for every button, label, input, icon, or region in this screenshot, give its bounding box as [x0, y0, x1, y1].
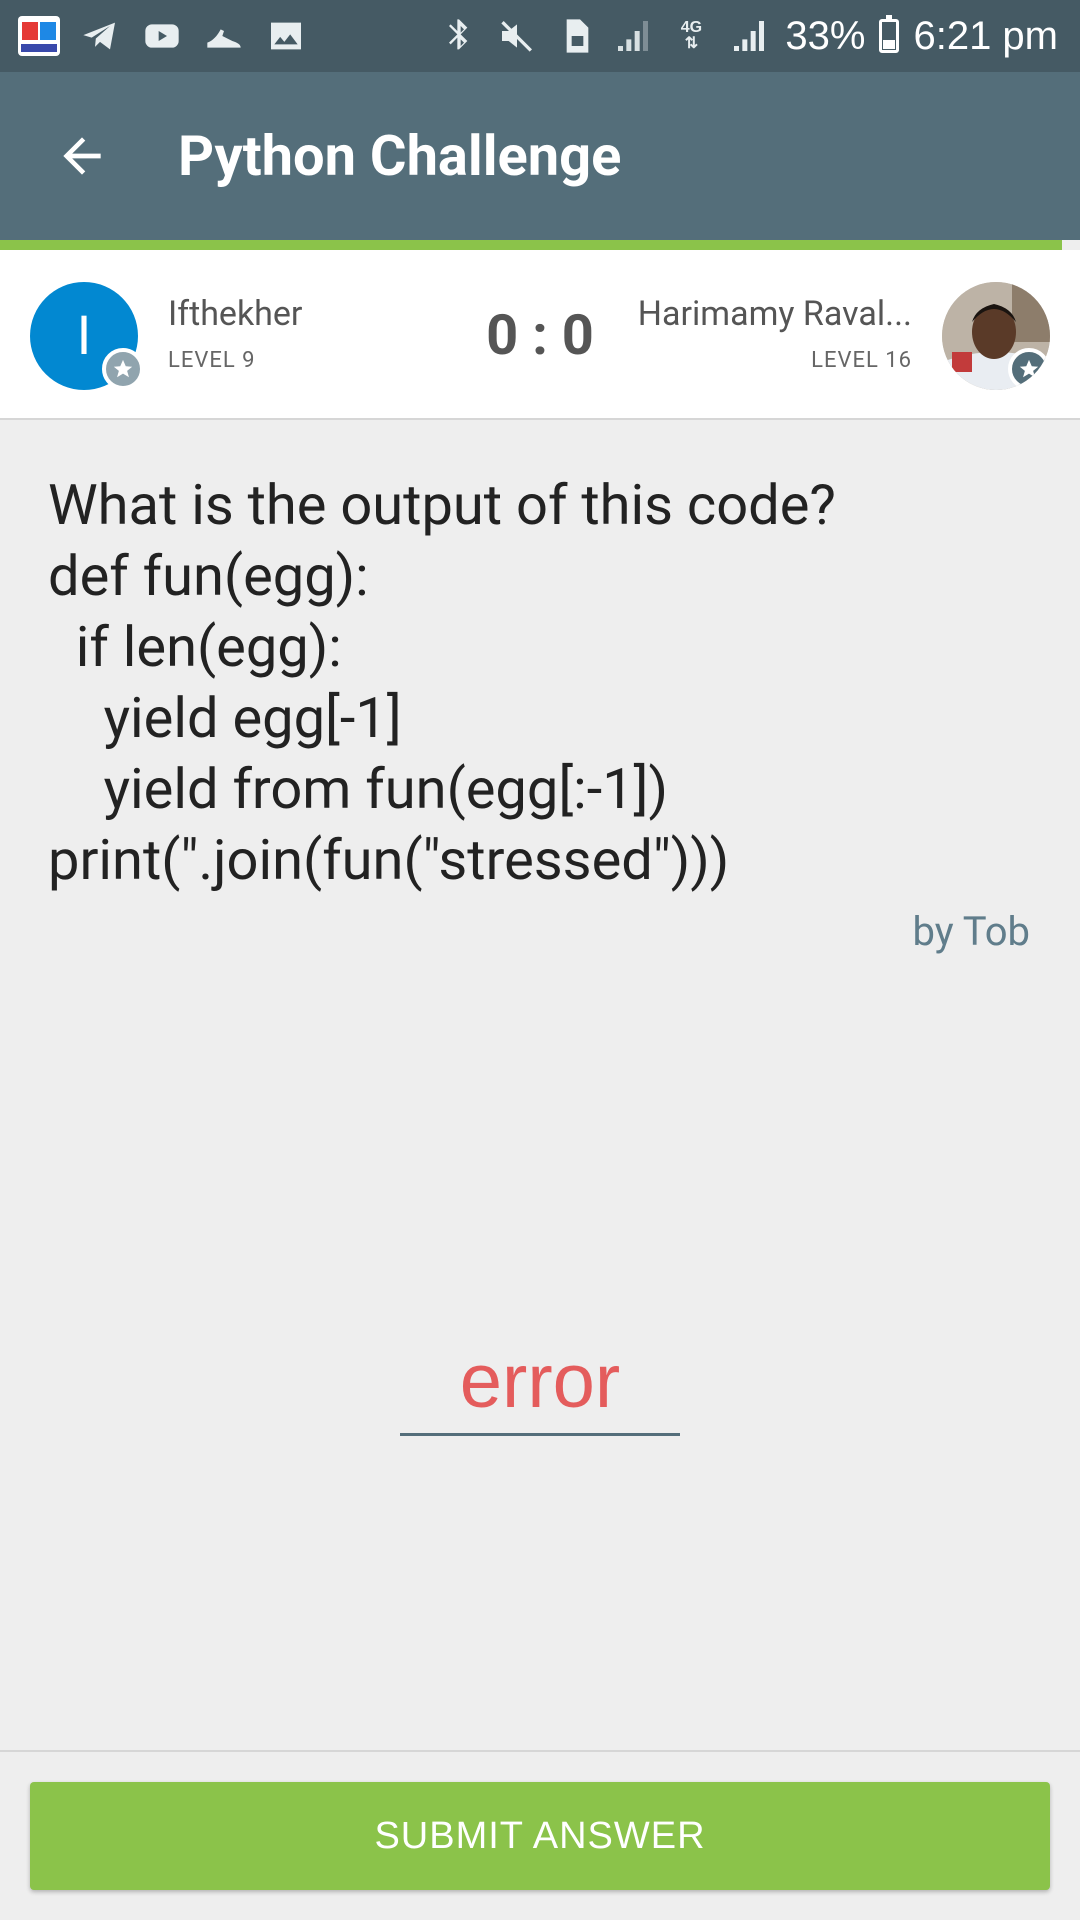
youtube-icon [140, 14, 184, 58]
system-icons: 4G ⇅ 33% 6:21 pm [437, 14, 1080, 59]
shoe-icon [202, 14, 246, 58]
mute-icon [495, 14, 539, 58]
submit-answer-button[interactable]: SUBMIT ANSWER [30, 1782, 1050, 1890]
answer-input[interactable] [400, 1330, 680, 1436]
signal-icon [611, 14, 655, 58]
status-bar: 4G ⇅ 33% 6:21 pm [0, 0, 1080, 72]
score: 0 : 0 [486, 302, 594, 368]
player-right-level: LEVEL 16 [811, 348, 912, 373]
app-bar: Python Challenge [0, 72, 1080, 240]
network-type: 4G [680, 19, 703, 36]
image-icon [264, 14, 308, 58]
telegram-icon [78, 14, 122, 58]
clock: 6:21 pm [913, 13, 1058, 58]
player-right-avatar[interactable] [942, 282, 1050, 390]
player-right-name: Harimamy Raval... [637, 294, 912, 334]
back-button[interactable] [42, 116, 122, 196]
notification-icons [0, 14, 308, 58]
bluetooth-icon [437, 14, 481, 58]
signal-icon [727, 14, 771, 58]
players-header: I Ifthekher LEVEL 9 0 : 0 Harimamy Raval… [0, 250, 1080, 420]
page-title: Python Challenge [178, 123, 622, 189]
battery-percent: 33% [785, 13, 866, 58]
data-arrows: ⇅ [684, 35, 699, 52]
battery-icon [879, 15, 900, 53]
sim-icon [553, 14, 597, 58]
data-icon: 4G ⇅ [669, 14, 713, 58]
star-icon [1008, 348, 1050, 390]
question-text: What is the output of this code? def fun… [48, 472, 836, 893]
app-icon [18, 16, 60, 56]
progress-bar [0, 240, 1062, 250]
footer-divider [0, 1750, 1080, 1752]
question-author: by Tob [912, 908, 1030, 955]
arrow-left-icon [63, 137, 101, 175]
